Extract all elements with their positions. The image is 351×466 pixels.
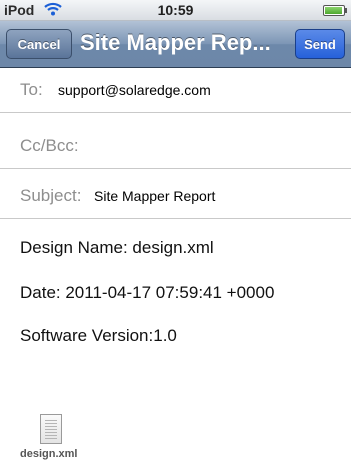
navigation-bar: Cancel Site Mapper Rep... Send — [0, 21, 351, 68]
cancel-button[interactable]: Cancel — [6, 29, 72, 59]
body-line-software-version: Software Version:1.0 — [20, 326, 177, 345]
nav-title: Site Mapper Rep... — [80, 30, 271, 55]
to-value[interactable]: support@solaredge.com — [58, 82, 211, 98]
document-icon[interactable] — [40, 414, 62, 444]
clock: 10:59 — [157, 2, 194, 18]
subject-field[interactable]: Subject: Site Mapper Report — [0, 174, 351, 219]
body-line-date: Date: 2011-04-17 07:59:41 +0000 — [20, 283, 275, 302]
send-button[interactable]: Send — [295, 29, 345, 59]
subject-value[interactable]: Site Mapper Report — [94, 188, 215, 204]
body-line-design-name: Design Name: design.xml — [20, 238, 214, 257]
attachment-name: design.xml — [20, 448, 78, 460]
to-label: To: — [20, 80, 43, 99]
cc-bcc-label: Cc/Bcc: — [20, 136, 79, 155]
status-bar: iPod 10:59 — [0, 0, 351, 21]
battery-icon — [323, 5, 347, 16]
to-field[interactable]: To: support@solaredge.com — [0, 68, 351, 113]
subject-label: Subject: — [20, 186, 82, 205]
cc-bcc-field[interactable]: Cc/Bcc: — [0, 124, 351, 169]
